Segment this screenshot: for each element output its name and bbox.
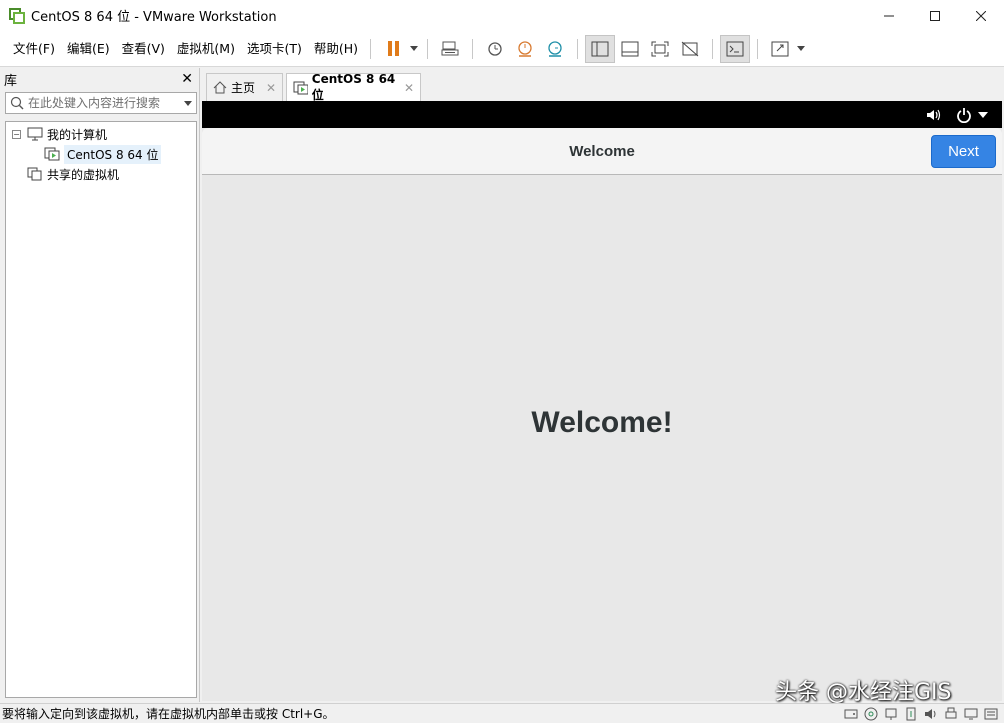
vm-console[interactable]: Welcome Next Welcome! 头条 @水经注GIS — [202, 101, 1002, 705]
search-icon — [6, 96, 28, 110]
tab-label: 主页 — [231, 81, 256, 95]
menu-tabs[interactable]: 选项卡(T) — [240, 31, 307, 67]
maximize-button[interactable] — [912, 0, 958, 31]
status-message: 要将输入定向到该虚拟机，请在虚拟机内部单击或按 Ctrl+G。 — [2, 707, 335, 721]
gnome-top-bar — [202, 101, 1002, 128]
cd-dvd-icon[interactable] — [863, 706, 878, 721]
toolbar-separator — [757, 38, 759, 59]
printer-icon[interactable] — [943, 706, 958, 721]
unity-button[interactable] — [675, 35, 705, 63]
sound-card-icon[interactable] — [923, 706, 938, 721]
title-bar: CentOS 8 64 位 - VMware Workstation — [0, 0, 1004, 31]
stretch-dropdown-arrow[interactable] — [795, 46, 807, 51]
library-search-input[interactable] — [28, 96, 180, 110]
tab-centos-vm[interactable]: CentOS 8 64 位 ✕ — [286, 72, 421, 102]
next-button[interactable]: Next — [931, 135, 996, 168]
menu-file[interactable]: 文件(F) — [6, 31, 60, 67]
tab-close-icon[interactable]: ✕ — [266, 81, 276, 95]
window-title: CentOS 8 64 位 - VMware Workstation — [31, 10, 277, 25]
tree-item-shared-vms[interactable]: 共享的虚拟机 — [6, 164, 196, 184]
stretch-icon — [771, 41, 789, 56]
network-adapter-icon[interactable] — [883, 706, 898, 721]
revert-clock-icon — [518, 40, 532, 57]
toolbar-separator — [427, 38, 429, 59]
vm-icon — [293, 81, 308, 94]
tab-close-icon[interactable]: ✕ — [404, 81, 414, 95]
status-bar: 要将输入定向到该虚拟机，请在虚拟机内部单击或按 Ctrl+G。 — [0, 703, 1004, 723]
tab-bar: 主页 ✕ CentOS 8 64 位 ✕ — [202, 68, 1004, 102]
computer-icon — [27, 127, 43, 141]
minimize-button[interactable] — [866, 0, 912, 31]
vm-icon — [44, 147, 60, 161]
toolbar-separator — [370, 38, 372, 59]
library-search-box — [5, 92, 197, 114]
menu-edit[interactable]: 编辑(E) — [60, 31, 115, 67]
tree-item-centos-vm[interactable]: CentOS 8 64 位 — [6, 144, 196, 164]
tab-label: CentOS 8 64 位 — [311, 72, 396, 102]
library-title: 库 — [4, 73, 18, 89]
snapshot-button[interactable] — [480, 35, 510, 63]
tab-home[interactable]: 主页 ✕ — [206, 73, 283, 101]
power-icon[interactable] — [956, 107, 972, 123]
tree-label: 共享的虚拟机 — [47, 167, 120, 182]
stretch-guest-button[interactable] — [765, 35, 795, 63]
usb-controller-icon[interactable] — [903, 706, 918, 721]
volume-icon[interactable] — [926, 108, 942, 122]
maximize-icon — [930, 10, 940, 21]
library-panel: 库 ✕ − 我的计算机 CentOS 8 64 位 共享的虚拟机 — [0, 68, 200, 702]
show-thumbnail-bar-button[interactable] — [615, 35, 645, 63]
shared-vms-icon — [27, 167, 43, 181]
menu-view[interactable]: 查看(V) — [115, 31, 170, 67]
tree-label: 我的计算机 — [47, 127, 108, 142]
close-icon — [976, 10, 986, 21]
console-icon — [726, 41, 744, 56]
console-view-button[interactable] — [720, 34, 751, 63]
snapshot-manager-button[interactable] — [540, 35, 570, 63]
send-ctrl-alt-del-button[interactable] — [435, 35, 465, 63]
display-icon[interactable] — [963, 706, 978, 721]
setup-header-bar: Welcome Next — [202, 128, 1002, 175]
revert-snapshot-button[interactable] — [510, 35, 540, 63]
unity-icon — [681, 41, 699, 56]
welcome-heading: Welcome! — [531, 406, 673, 439]
library-tree: − 我的计算机 CentOS 8 64 位 共享的虚拟机 — [5, 121, 197, 698]
snapshot-clock-icon — [488, 41, 502, 56]
close-button[interactable] — [958, 0, 1004, 31]
watermark: 头条 @水经注GIS — [775, 680, 952, 705]
tree-item-my-computer[interactable]: − 我的计算机 — [6, 124, 196, 144]
keyboard-icon — [441, 41, 459, 55]
menu-toolbar: 文件(F) 编辑(E) 查看(V) 虚拟机(M) 选项卡(T) 帮助(H) — [0, 31, 1004, 67]
snapshot-manager-icon — [548, 40, 562, 57]
vmware-logo-icon — [9, 7, 25, 24]
chevron-down-icon — [184, 100, 192, 106]
hard-disk-icon[interactable] — [843, 706, 858, 721]
library-close-icon[interactable]: ✕ — [181, 71, 193, 87]
toolbar-separator — [712, 38, 714, 59]
thumbnail-bar-icon — [621, 41, 639, 56]
header-title: Welcome — [569, 143, 635, 160]
full-screen-button[interactable] — [645, 35, 675, 63]
menu-vm[interactable]: 虚拟机(M) — [170, 31, 240, 67]
chevron-down-icon — [410, 46, 419, 51]
full-screen-icon — [651, 41, 669, 56]
pause-button[interactable] — [378, 35, 408, 63]
menu-help[interactable]: 帮助(H) — [307, 31, 363, 67]
show-library-button[interactable] — [585, 34, 616, 63]
home-icon — [213, 81, 227, 94]
search-dropdown-arrow[interactable] — [180, 100, 196, 106]
toolbar-separator — [577, 38, 579, 59]
tree-label: CentOS 8 64 位 — [64, 144, 162, 164]
pause-icon — [387, 41, 399, 56]
chevron-down-icon[interactable] — [978, 111, 988, 118]
chevron-down-icon — [797, 46, 806, 51]
library-panel-icon — [591, 41, 609, 56]
message-log-icon[interactable] — [983, 706, 998, 721]
power-dropdown-arrow[interactable] — [408, 46, 420, 51]
collapse-toggle[interactable]: − — [12, 129, 21, 139]
toolbar-separator — [472, 38, 474, 59]
minimize-icon — [884, 15, 894, 16]
